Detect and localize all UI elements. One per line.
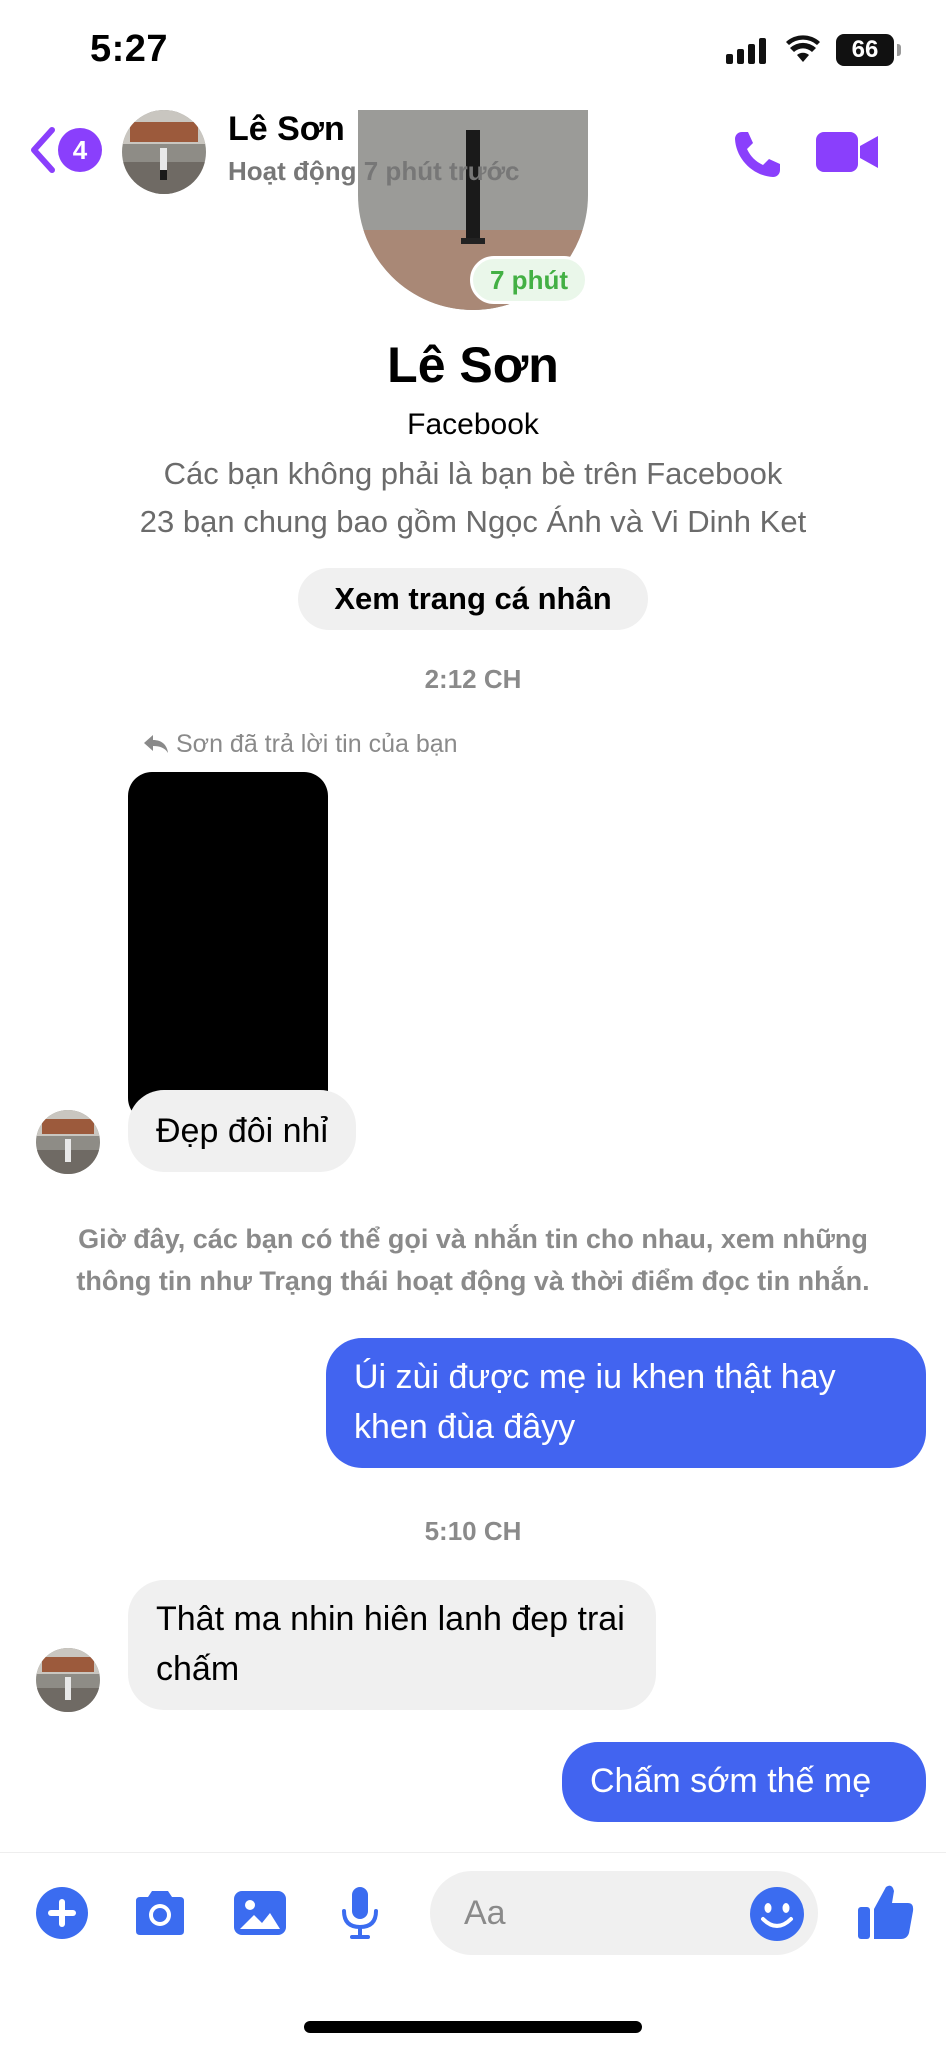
conversation-header: 4 Lê Sơn Hoạt động 7 phút trước xyxy=(0,100,946,200)
camera-icon[interactable] xyxy=(130,1883,190,1943)
reply-arrow-icon xyxy=(144,735,168,753)
avatar-image xyxy=(36,1648,100,1712)
header-avatar[interactable] xyxy=(122,110,206,194)
outgoing-message[interactable]: Úi zùi được mẹ iu khen thật hay khen đùa… xyxy=(326,1338,926,1468)
microphone-icon[interactable] xyxy=(330,1883,390,1943)
profile-name: Lê Sơn xyxy=(387,337,559,393)
message-timestamp: 5:10 CH xyxy=(424,1516,522,1546)
video-camera-icon[interactable] xyxy=(816,126,880,178)
replied-media[interactable] xyxy=(128,772,328,1122)
message-timestamp: 2:12 CH xyxy=(424,664,522,694)
incoming-message[interactable]: Đẹp đôi nhỉ xyxy=(128,1090,357,1172)
unread-count-badge: 4 xyxy=(58,128,102,172)
avatar-image xyxy=(122,110,206,194)
gallery-icon[interactable] xyxy=(230,1883,290,1943)
battery-indicator: 66 xyxy=(836,34,901,66)
emoji-icon[interactable] xyxy=(748,1885,806,1943)
reply-note-text: Sơn đã trả lời tin của bạn xyxy=(176,730,458,758)
status-bar: 5:27 66 xyxy=(0,0,946,100)
back-button[interactable]: 4 xyxy=(28,122,103,178)
view-profile-button[interactable]: Xem trang cá nhân xyxy=(298,568,648,630)
sender-avatar[interactable] xyxy=(36,1110,100,1174)
plus-circle-icon[interactable] xyxy=(32,1883,92,1943)
incoming-message[interactable]: Thât ma nhin hiên lanh đep trai chấm xyxy=(128,1580,656,1710)
reply-note: Sơn đã trả lời tin của bạn xyxy=(142,730,458,759)
header-contact-name[interactable]: Lê Sơn xyxy=(228,110,345,149)
avatar-image xyxy=(36,1110,100,1174)
active-time-chip: 7 phút xyxy=(470,256,588,304)
system-notice: Giờ đây, các bạn có thể gọi và nhắn tin … xyxy=(76,1224,870,1296)
home-indicator[interactable] xyxy=(304,2021,642,2033)
thumbs-up-icon[interactable] xyxy=(856,1881,916,1943)
status-time: 5:27 xyxy=(90,28,169,70)
wifi-icon xyxy=(786,35,820,62)
friend-status-text: Các bạn không phải là bạn bè trên Facebo… xyxy=(163,456,783,491)
outgoing-message[interactable]: Chấm sớm thế mẹ xyxy=(562,1742,926,1822)
cellular-signal-icon xyxy=(726,38,766,64)
message-composer xyxy=(0,1852,946,2048)
back-chevron-icon xyxy=(31,127,55,173)
header-active-status: Hoạt động 7 phút trước xyxy=(228,156,520,186)
profile-platform: Facebook xyxy=(407,408,539,441)
sender-avatar[interactable] xyxy=(36,1648,100,1712)
phone-icon[interactable] xyxy=(730,126,786,182)
mutual-friends-text: 23 bạn chung bao gồm Ngọc Ánh và Vi Dinh… xyxy=(139,504,807,539)
